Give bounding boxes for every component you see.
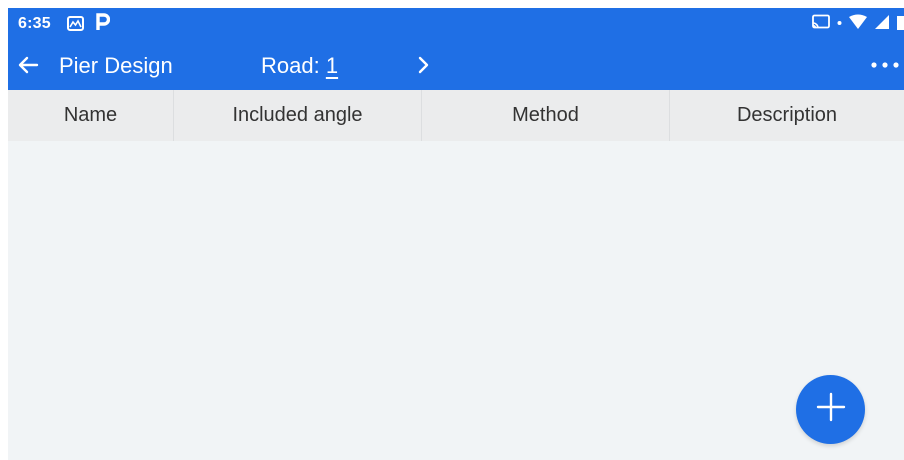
table-body xyxy=(8,141,904,460)
status-time: 6:35 xyxy=(18,15,51,32)
add-button[interactable] xyxy=(796,375,865,444)
app-window: 6:35 Pier Design Road: 1 Name Included a… xyxy=(8,8,904,460)
mountain-app-icon xyxy=(67,16,84,31)
p-app-icon xyxy=(96,13,111,36)
page-title: Pier Design xyxy=(59,53,173,78)
column-header-description[interactable]: Description xyxy=(670,90,904,141)
table-header: Name Included angle Method Description xyxy=(8,90,904,141)
app-toolbar: Pier Design Road: 1 xyxy=(8,40,904,90)
road-selector[interactable]: Road: 1 xyxy=(261,53,338,79)
plus-icon xyxy=(816,392,846,427)
wifi-icon xyxy=(848,14,868,35)
column-header-included-angle[interactable]: Included angle xyxy=(174,90,422,141)
column-header-name[interactable]: Name xyxy=(8,90,174,141)
cast-icon xyxy=(811,14,831,35)
signal-icon xyxy=(874,14,890,35)
road-label: Road: xyxy=(261,53,320,78)
battery-icon xyxy=(896,14,904,35)
road-value[interactable]: 1 xyxy=(326,53,338,78)
dot-icon xyxy=(837,14,842,35)
arrow-left-icon[interactable] xyxy=(16,52,42,78)
more-horizontal-icon[interactable] xyxy=(866,50,904,80)
window-left-edge xyxy=(0,0,8,460)
column-header-method[interactable]: Method xyxy=(422,90,670,141)
status-bar: 6:35 xyxy=(8,8,904,40)
status-icons xyxy=(811,14,904,34)
chevron-right-icon[interactable] xyxy=(413,52,435,78)
